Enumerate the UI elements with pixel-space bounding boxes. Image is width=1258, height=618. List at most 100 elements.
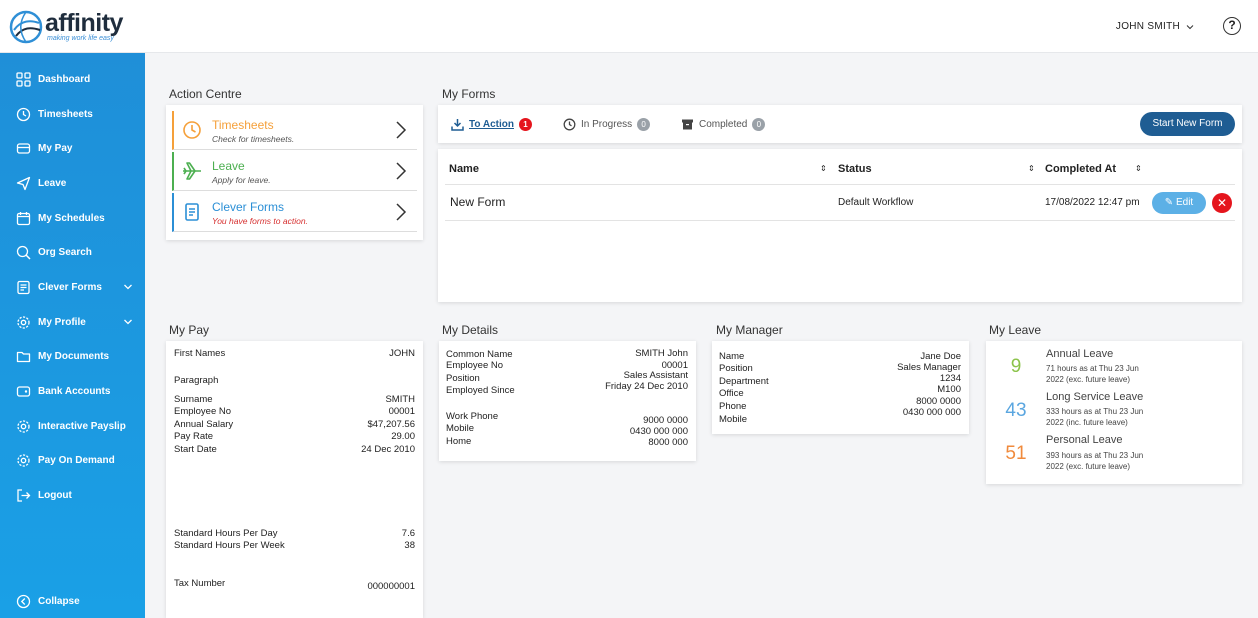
work-phone-value: 9000 0000	[643, 415, 688, 426]
tab-in-progress[interactable]: In Progress 0	[563, 118, 651, 131]
sidebar-item-label: Dashboard	[38, 73, 91, 85]
sidebar-item-pay-on-demand[interactable]: Pay On Demand	[0, 443, 145, 477]
wallet-icon	[16, 142, 31, 154]
my-forms-title: My Forms	[442, 87, 496, 101]
top-bar: affinity making work life easy JOHN SMIT…	[0, 0, 1258, 53]
forms-table: Name ⇕ Status ⇕ Completed At ⇕ New Form …	[438, 149, 1242, 302]
gear-icon	[17, 419, 30, 433]
forms-icon	[17, 280, 30, 294]
my-details-title: My Details	[442, 323, 499, 337]
leave-balance: 43	[1005, 400, 1027, 421]
column-header-status[interactable]: Status	[838, 163, 872, 175]
sidebar-item-timesheets[interactable]: Timesheets	[0, 97, 145, 131]
surname-label: Surname	[174, 394, 213, 405]
phone-label: Phone	[719, 401, 747, 412]
my-leave-title: My Leave	[989, 323, 1042, 337]
chevron-down-icon	[124, 284, 132, 290]
start-new-form-button[interactable]: Start New Form	[1140, 112, 1235, 136]
help-icon[interactable]: ?	[1223, 17, 1241, 35]
sidebar-item-logout[interactable]: Logout	[0, 478, 145, 512]
employee-no-label: Employee No	[174, 406, 232, 417]
sidebar-item-dashboard[interactable]: Dashboard	[0, 62, 145, 96]
leave-detail-line1: 333 hours as at Thu 23 Jun	[1046, 407, 1144, 416]
form-name[interactable]: New Form	[450, 195, 505, 209]
sidebar-item-my-schedules[interactable]: My Schedules	[0, 201, 145, 235]
sidebar-item-label: Org Search	[38, 246, 92, 258]
sidebar-item-clever-forms[interactable]: Clever Forms	[0, 270, 145, 304]
action-item-title: Timesheets	[212, 118, 274, 132]
sidebar-item-my-documents[interactable]: My Documents	[0, 339, 145, 373]
header-divider	[445, 184, 1235, 185]
edit-button[interactable]: ✎ Edit	[1152, 192, 1206, 214]
action-item-leave[interactable]: Leave Apply for leave.	[172, 152, 417, 191]
clock-icon	[16, 107, 31, 121]
collapse-left-icon	[16, 594, 31, 608]
count-badge: 0	[637, 118, 651, 131]
logo-wordmark: affinity	[45, 9, 123, 37]
start-date-label: Start Date	[174, 444, 217, 455]
airplane-icon	[183, 162, 201, 180]
delete-button[interactable]: ✕	[1212, 193, 1232, 213]
first-names-label: First Names	[174, 348, 226, 359]
manager-mobile-label: Mobile	[719, 414, 747, 425]
action-item-subtitle: You have forms to action.	[212, 216, 308, 226]
sidebar-item-label: Logout	[38, 489, 72, 501]
sidebar-item-label: My Documents	[38, 350, 110, 362]
sidebar-item-leave[interactable]: Leave	[0, 166, 145, 200]
form-status: Default Workflow	[838, 197, 914, 208]
sidebar-item-label: Leave	[38, 177, 67, 189]
sidebar-item-interactive-payslip[interactable]: Interactive Payslip	[0, 409, 145, 443]
sort-icon[interactable]: ⇕	[1028, 164, 1035, 173]
tab-completed[interactable]: Completed 0	[681, 118, 766, 131]
row-divider	[445, 220, 1235, 221]
forms-tab-bar: To Action 1 In Progress 0 Completed 0 St…	[438, 105, 1242, 143]
sidebar-item-my-pay[interactable]: My Pay	[0, 131, 145, 165]
hours-per-day-value: 7.6	[401, 528, 415, 539]
action-item-timesheets[interactable]: Timesheets Check for timesheets.	[172, 111, 417, 150]
chevron-right-icon	[396, 121, 407, 139]
leave-type: Personal Leave	[1046, 434, 1123, 446]
form-completed-at: 17/08/2022 12:47 pm	[1045, 197, 1140, 208]
my-leave-card: 9 Annual Leave 71 hours as at Thu 23 Jun…	[986, 341, 1242, 484]
action-item-title: Clever Forms	[212, 200, 285, 214]
hours-per-day-label: Standard Hours Per Day	[174, 528, 278, 539]
column-header-completed-at[interactable]: Completed At	[1045, 163, 1116, 175]
count-badge: 1	[519, 118, 532, 131]
department-value: 1234	[939, 373, 961, 384]
column-header-name[interactable]: Name	[449, 163, 479, 175]
user-menu[interactable]: JOHN SMITH	[1116, 21, 1194, 32]
my-pay-card: First Names JOHN Paragraph Surname SMITH…	[166, 341, 423, 618]
collapse-button[interactable]: Collapse	[0, 584, 145, 618]
action-item-title: Leave	[212, 159, 245, 173]
common-name-value: SMITH John	[635, 348, 688, 359]
surname-value: SMITH	[385, 394, 415, 405]
chevron-right-icon	[396, 203, 407, 221]
manager-position-value: Sales Manager	[897, 362, 961, 373]
employed-since-value: Friday 24 Dec 2010	[605, 381, 688, 392]
sort-icon[interactable]: ⇕	[820, 164, 827, 173]
sidebar-item-org-search[interactable]: Org Search	[0, 235, 145, 269]
globe-logo-icon	[9, 10, 43, 44]
work-phone-label: Work Phone	[446, 411, 499, 422]
sidebar-item-my-profile[interactable]: My Profile	[0, 305, 145, 339]
sidebar-item-label: Clever Forms	[38, 281, 102, 293]
mobile-value: 0430 000 000	[629, 426, 688, 437]
sidebar-item-bank-accounts[interactable]: Bank Accounts	[0, 374, 145, 408]
my-pay-title: My Pay	[169, 323, 210, 337]
manager-position-label: Position	[719, 363, 753, 374]
sort-icon[interactable]: ⇕	[1135, 164, 1142, 173]
gear-icon	[17, 453, 30, 467]
leave-detail-line1: 393 hours as at Thu 23 Jun	[1046, 451, 1144, 460]
tab-to-action[interactable]: To Action 1	[451, 118, 532, 131]
bank-icon	[16, 385, 31, 397]
sidebar-item-label: My Schedules	[38, 212, 105, 224]
sidebar-item-label: My Pay	[38, 142, 73, 154]
action-item-clever-forms[interactable]: Clever Forms You have forms to action.	[172, 193, 417, 232]
affinity-logo[interactable]: affinity making work life easy	[9, 10, 123, 44]
annual-salary-value: $47,207.56	[367, 419, 415, 430]
phone-value: 8000 0000	[916, 396, 961, 407]
office-label: Office	[719, 388, 744, 399]
mobile-label: Mobile	[446, 423, 474, 434]
search-icon	[16, 245, 31, 260]
document-icon	[185, 203, 199, 221]
